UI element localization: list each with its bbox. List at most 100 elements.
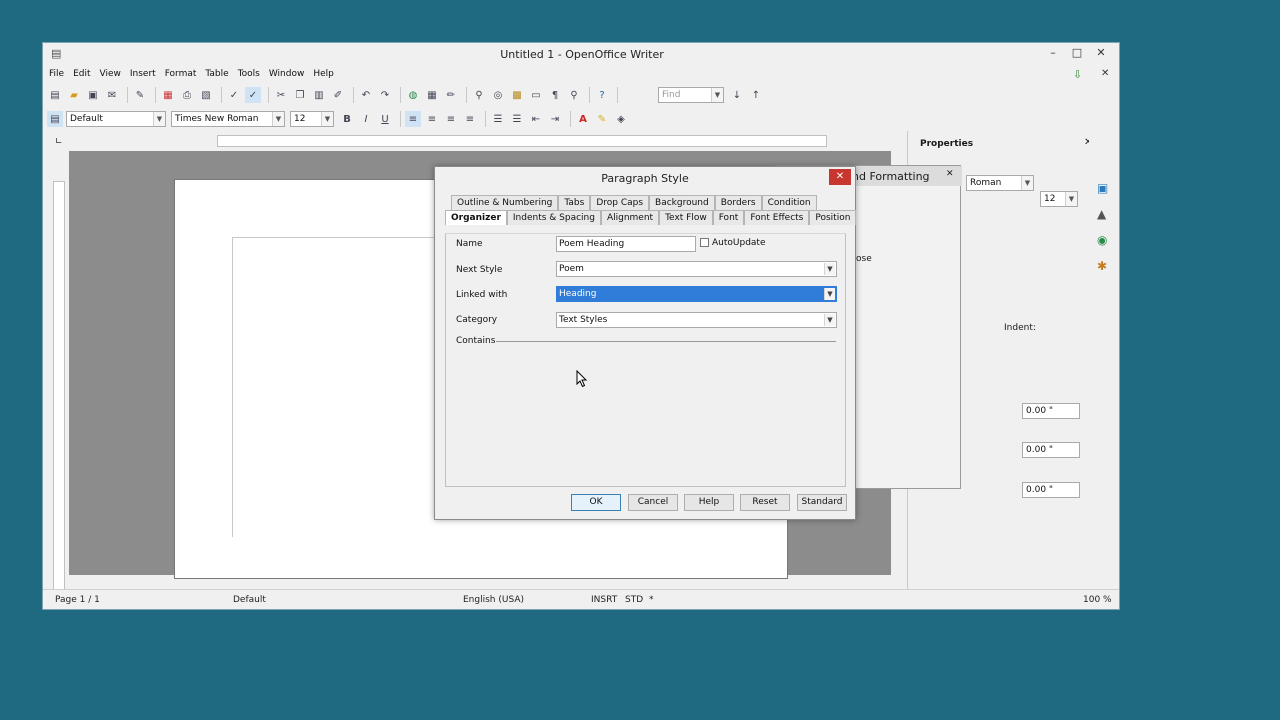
redo-icon[interactable]: ↷: [377, 87, 393, 103]
close-button[interactable]: ✕: [1089, 45, 1113, 61]
help-icon[interactable]: ?: [594, 87, 610, 103]
menu-insert[interactable]: Insert: [130, 69, 156, 83]
draw-functions-icon[interactable]: ✏: [443, 87, 459, 103]
hyperlink-icon[interactable]: ◍: [405, 87, 421, 103]
decrease-indent-icon[interactable]: ⇤: [528, 111, 544, 127]
background-color-icon[interactable]: ◈: [613, 111, 629, 127]
autoupdate-checkbox[interactable]: [700, 238, 709, 247]
tab-indents-spacing[interactable]: Indents & Spacing: [506, 210, 601, 225]
pdf-icon[interactable]: ▦: [160, 87, 176, 103]
paragraph-style-combo[interactable]: Default ▼: [66, 111, 166, 127]
maximize-button[interactable]: □: [1065, 45, 1089, 61]
bullets-icon[interactable]: ☰: [509, 111, 525, 127]
insert-mode[interactable]: INSRT: [591, 595, 617, 605]
name-field[interactable]: Poem Heading: [556, 236, 696, 252]
chevron-down-icon[interactable]: ▼: [153, 112, 165, 126]
highlight-icon[interactable]: ✎: [594, 111, 610, 127]
italic-icon[interactable]: I: [358, 111, 374, 127]
align-right-icon[interactable]: ≡: [443, 111, 459, 127]
category-select[interactable]: Text Styles ▼: [556, 312, 837, 328]
find-replace-icon[interactable]: ⚲: [471, 87, 487, 103]
data-sources-icon[interactable]: ▭: [528, 87, 544, 103]
first-line-spin[interactable]: 0.00 ": [1022, 482, 1080, 498]
close-document-icon[interactable]: ✕: [1101, 68, 1109, 79]
undo-icon[interactable]: ↶: [358, 87, 374, 103]
find-previous-icon[interactable]: ↑: [748, 87, 764, 103]
clone-format-icon[interactable]: ✐: [330, 87, 346, 103]
reset-button[interactable]: Reset: [740, 494, 790, 511]
font-size-combo[interactable]: 12 ▼: [290, 111, 334, 127]
styles-list-item[interactable]: ose: [856, 254, 872, 264]
menu-format[interactable]: Format: [165, 69, 197, 83]
menu-view[interactable]: View: [100, 69, 121, 83]
tab-outline-numbering[interactable]: Outline & Numbering: [451, 195, 559, 210]
tab-drop-caps[interactable]: Drop Caps: [590, 195, 650, 210]
chevron-down-icon[interactable]: ▼: [711, 88, 723, 102]
table-icon[interactable]: ▦: [424, 87, 440, 103]
edit-file-icon[interactable]: ✎: [132, 87, 148, 103]
minimize-button[interactable]: –: [1041, 45, 1065, 61]
navigator-tab-icon[interactable]: ✱: [1097, 259, 1107, 273]
tab-organizer[interactable]: Organizer: [445, 210, 507, 225]
paste-icon[interactable]: ▥: [311, 87, 327, 103]
open-icon[interactable]: ▰: [66, 87, 82, 103]
tab-borders[interactable]: Borders: [714, 195, 762, 210]
save-icon[interactable]: ▣: [85, 87, 101, 103]
copy-icon[interactable]: ❐: [292, 87, 308, 103]
menu-window[interactable]: Window: [269, 69, 305, 83]
justify-icon[interactable]: ≡: [462, 111, 478, 127]
zoom-level[interactable]: 100 %: [1083, 595, 1112, 605]
new-icon[interactable]: ▤: [47, 87, 63, 103]
increase-indent-icon[interactable]: ⇥: [547, 111, 563, 127]
chevron-down-icon[interactable]: ▼: [272, 112, 284, 126]
update-icon[interactable]: ⇩: [1073, 68, 1082, 81]
tab-tabs[interactable]: Tabs: [558, 195, 591, 210]
menu-edit[interactable]: Edit: [73, 69, 90, 83]
chevron-down-icon[interactable]: ▼: [1065, 192, 1077, 206]
help-button[interactable]: Help: [684, 494, 734, 511]
navigator-icon[interactable]: ◎: [490, 87, 506, 103]
spellcheck-icon[interactable]: ✓: [226, 87, 242, 103]
align-left-icon[interactable]: ≡: [405, 111, 421, 127]
autospell-icon[interactable]: ✓: [245, 87, 261, 103]
horizontal-ruler[interactable]: [217, 135, 827, 147]
menu-help[interactable]: Help: [313, 69, 334, 83]
styles-icon[interactable]: ▤: [47, 111, 63, 127]
zoom-icon[interactable]: ⚲: [566, 87, 582, 103]
chevron-down-icon[interactable]: ▼: [824, 288, 835, 300]
indent-after-spin[interactable]: 0.00 ": [1022, 442, 1080, 458]
find-next-icon[interactable]: ↓: [729, 87, 745, 103]
find-input[interactable]: Find ▼: [658, 87, 724, 103]
chevron-down-icon[interactable]: ▼: [1021, 176, 1033, 190]
font-name-combo[interactable]: Times New Roman ▼: [171, 111, 285, 127]
formatting-marks-icon[interactable]: ¶: [547, 87, 563, 103]
sidebar-font-combo[interactable]: Roman ▼: [966, 175, 1034, 191]
email-icon[interactable]: ✉: [104, 87, 120, 103]
menu-file[interactable]: File: [49, 69, 64, 83]
print-preview-icon[interactable]: ▧: [198, 87, 214, 103]
properties-tab-icon[interactable]: ▣: [1097, 181, 1108, 195]
tab-text-flow[interactable]: Text Flow: [659, 210, 713, 225]
bold-icon[interactable]: B: [339, 111, 355, 127]
tab-stop-icon[interactable]: ∟: [55, 137, 63, 147]
chevron-down-icon[interactable]: ▼: [824, 263, 835, 275]
gallery-icon[interactable]: ▩: [509, 87, 525, 103]
tab-font-effects[interactable]: Font Effects: [744, 210, 810, 225]
sidebar-size-combo[interactable]: 12 ▼: [1040, 191, 1078, 207]
dialog-close-button[interactable]: ✕: [829, 169, 851, 185]
standard-button[interactable]: Standard: [797, 494, 847, 511]
ok-button[interactable]: OK: [571, 494, 621, 511]
vertical-ruler[interactable]: [53, 181, 65, 609]
numbering-icon[interactable]: ☰: [490, 111, 506, 127]
linked-with-select[interactable]: Heading ▼: [556, 286, 837, 302]
page-style[interactable]: Default: [233, 595, 266, 605]
styles-tab-icon[interactable]: ▲: [1097, 207, 1106, 221]
cut-icon[interactable]: ✂: [273, 87, 289, 103]
align-center-icon[interactable]: ≡: [424, 111, 440, 127]
chevron-down-icon[interactable]: ▼: [824, 314, 835, 326]
tab-background[interactable]: Background: [649, 195, 715, 210]
underline-icon[interactable]: U: [377, 111, 393, 127]
cancel-button[interactable]: Cancel: [628, 494, 678, 511]
menu-tools[interactable]: Tools: [238, 69, 260, 83]
menu-table[interactable]: Table: [205, 69, 228, 83]
